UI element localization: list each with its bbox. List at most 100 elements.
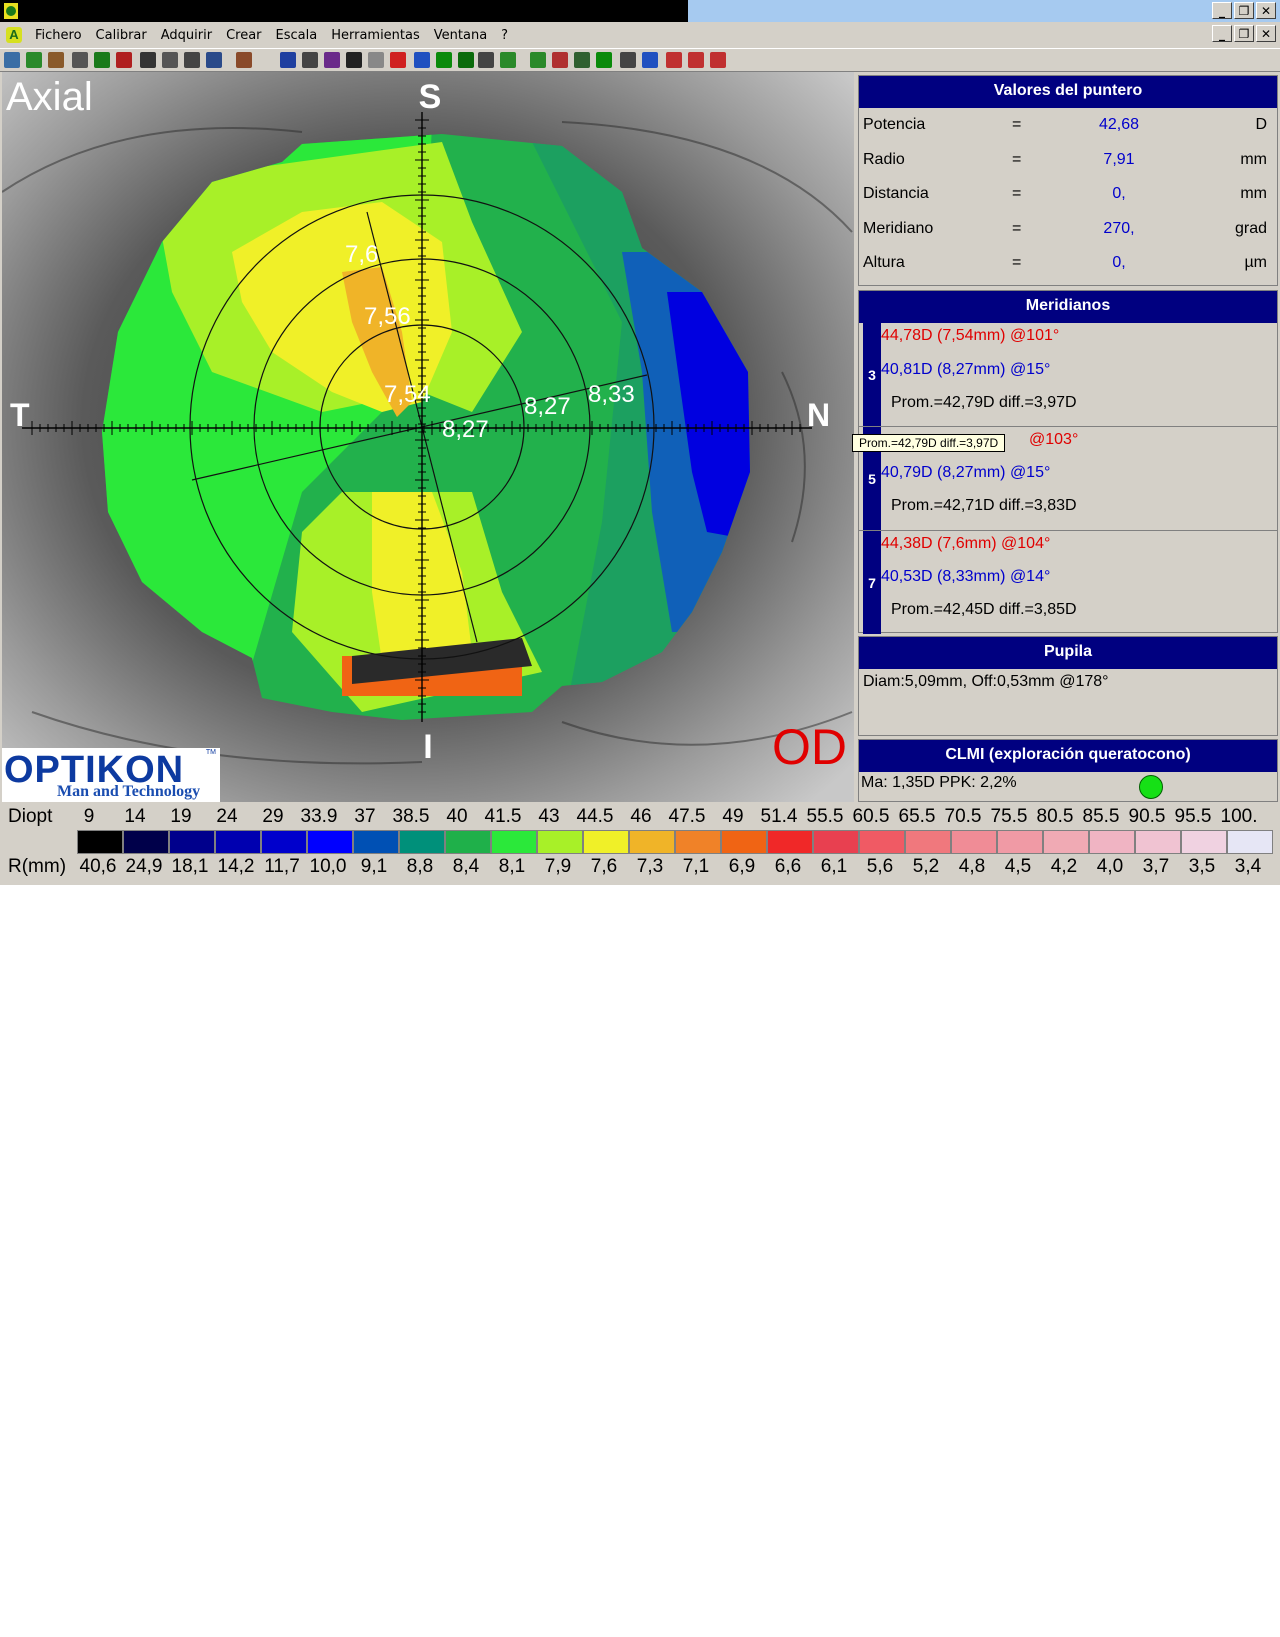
globe-icon[interactable] xyxy=(94,52,110,68)
scale-swatch xyxy=(859,830,905,854)
print-icon[interactable] xyxy=(184,52,200,68)
value-label: 8,33 xyxy=(588,381,635,408)
g-icon[interactable] xyxy=(458,52,474,68)
rx-icon[interactable] xyxy=(642,52,658,68)
scale-swatch xyxy=(1135,830,1181,854)
scale-swatch xyxy=(169,830,215,854)
circle-icon[interactable] xyxy=(414,52,430,68)
menu-crear[interactable]: Crear xyxy=(219,28,268,43)
book-icon[interactable] xyxy=(324,52,340,68)
corneal-map[interactable]: Axial S I T N 7,6 7,56 7,54 8,27 8,33 8,… xyxy=(2,72,854,802)
pin-icon[interactable] xyxy=(48,52,64,68)
doc-restore-button[interactable]: ❐ xyxy=(1234,25,1254,42)
meridian-ring-number: 3 xyxy=(863,323,881,426)
close-icon[interactable] xyxy=(302,52,318,68)
menu-escala[interactable]: Escala xyxy=(269,28,325,43)
scale-swatch xyxy=(261,830,307,854)
r-icon[interactable] xyxy=(116,52,132,68)
scale-swatch xyxy=(583,830,629,854)
minimize-button[interactable]: _ xyxy=(1212,2,1232,19)
scale-swatch xyxy=(1089,830,1135,854)
pointer-label: Distancia xyxy=(863,185,929,202)
bars-icon[interactable] xyxy=(710,52,726,68)
list-icon[interactable] xyxy=(280,52,296,68)
restore-button[interactable]: ❐ xyxy=(1234,2,1254,19)
title-bar: _ ❐ ✕ _ ❐ ✕ xyxy=(0,0,1280,42)
menu-fichero[interactable]: Fichero xyxy=(28,28,89,43)
pointer-equals: = xyxy=(1012,185,1022,202)
compare-icon[interactable] xyxy=(620,52,636,68)
scale-swatch xyxy=(813,830,859,854)
radius-value: 4,0 xyxy=(1096,856,1124,877)
pointer-row: Radio = 7,91 mm xyxy=(859,143,1277,178)
camera-icon[interactable] xyxy=(236,52,252,68)
hand-icon[interactable] xyxy=(26,52,42,68)
pointer-unit: grad xyxy=(1234,219,1267,237)
menu-ventana[interactable]: Ventana xyxy=(427,28,494,43)
menu-help[interactable]: ? xyxy=(494,28,515,43)
monitor-icon[interactable] xyxy=(206,52,222,68)
chart-icon[interactable] xyxy=(552,52,568,68)
radius-value: 18,1 xyxy=(171,856,209,877)
pointer-unit: mm xyxy=(1240,185,1267,202)
diopt-value: 90.5 xyxy=(1128,806,1166,827)
menu-calibrar[interactable]: Calibrar xyxy=(89,28,154,43)
menu-adquirir[interactable]: Adquirir xyxy=(154,28,219,43)
bars-icon[interactable] xyxy=(688,52,704,68)
bars-icon[interactable] xyxy=(666,52,682,68)
scale-swatch xyxy=(1227,830,1273,854)
radius-value: 4,2 xyxy=(1050,856,1078,877)
scale-swatch xyxy=(997,830,1043,854)
pointer-value: 270, xyxy=(1103,219,1135,237)
clmi-status-indicator xyxy=(1139,775,1163,799)
meridian-average: Prom.=42,71D diff.=3,83D xyxy=(891,497,1077,514)
doc-minimize-button[interactable]: _ xyxy=(1212,25,1232,42)
radius-value: 3,5 xyxy=(1188,856,1216,877)
close-button[interactable]: ✕ xyxy=(1256,2,1276,19)
meridian-ring-number: 7 xyxy=(863,531,881,634)
eye-side-label: OD xyxy=(772,719,847,775)
radius-value: 5,6 xyxy=(866,856,894,877)
radius-value: 4,8 xyxy=(958,856,986,877)
table-icon[interactable] xyxy=(530,52,546,68)
pointer-equals: = xyxy=(1012,150,1022,168)
disk-icon[interactable] xyxy=(140,52,156,68)
a-icon[interactable] xyxy=(436,52,452,68)
meridian-block[interactable]: 3 44,78D (7,54mm) @101° 40,81D (8,27mm) … xyxy=(859,323,1277,427)
meridian-block[interactable]: 7 44,38D (7,6mm) @104° 40,53D (8,33mm) @… xyxy=(859,531,1277,634)
scale-swatch xyxy=(1181,830,1227,854)
document-icon[interactable]: A xyxy=(6,27,22,43)
scale-swatch xyxy=(537,830,583,854)
pointer-equals: = xyxy=(1012,116,1022,133)
diopt-value: 14 xyxy=(124,806,146,827)
pointer-icon[interactable] xyxy=(478,52,494,68)
clmi-info: Ma: 1,35D PPK: 2,2% xyxy=(861,774,1017,791)
axis-temporal-label: T xyxy=(10,397,30,433)
pupil-info: Diam:5,09mm, Off:0,53mm @178° xyxy=(863,673,1109,690)
diopt-value: 60.5 xyxy=(852,806,890,827)
target-icon[interactable] xyxy=(390,52,406,68)
logo-tagline: Man and Technology xyxy=(57,783,201,800)
eye-icon[interactable] xyxy=(346,52,362,68)
pointer-label: Meridiano xyxy=(863,219,934,237)
grid-icon[interactable] xyxy=(368,52,384,68)
tools-icon[interactable] xyxy=(72,52,88,68)
radius-value: 7,1 xyxy=(682,856,710,877)
disk-icon[interactable] xyxy=(162,52,178,68)
save-map-icon[interactable] xyxy=(4,52,20,68)
radius-value: 8,8 xyxy=(406,856,434,877)
scissors-icon[interactable] xyxy=(574,52,590,68)
diopt-value: 29 xyxy=(262,806,284,827)
eye-icon[interactable] xyxy=(596,52,612,68)
doc-close-button[interactable]: ✕ xyxy=(1256,25,1276,42)
window-controls: _ ❐ ✕ xyxy=(1212,2,1276,19)
radius-value: 7,6 xyxy=(590,856,618,877)
pointer-value: 42,68 xyxy=(1098,116,1140,133)
diopt-value: 85.5 xyxy=(1082,806,1120,827)
menu-herramientas[interactable]: Herramientas xyxy=(324,28,427,43)
pointer-label: Altura xyxy=(863,254,905,271)
scale-swatch xyxy=(767,830,813,854)
w-icon[interactable] xyxy=(500,52,516,68)
diopt-value: 47.5 xyxy=(668,806,706,827)
meridian-average: Prom.=42,79D diff.=3,97D xyxy=(891,394,1077,411)
